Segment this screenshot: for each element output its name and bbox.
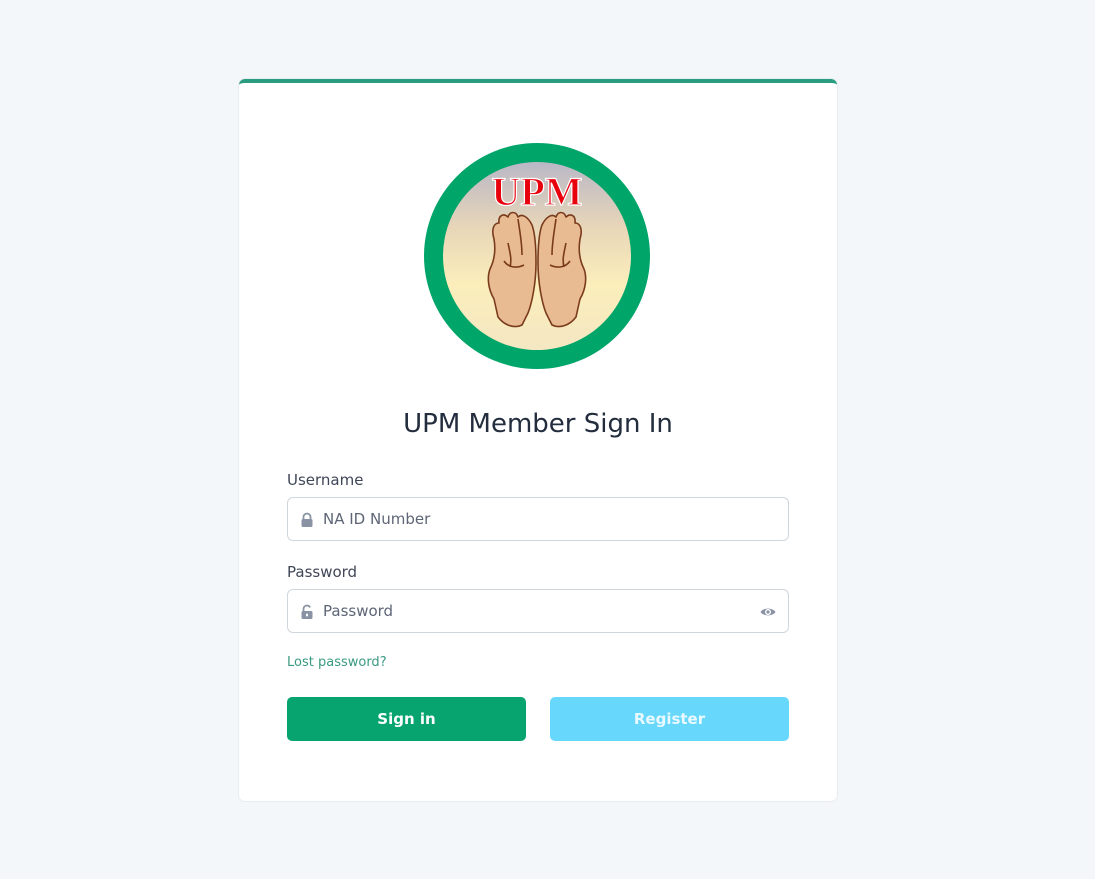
password-label: Password [287, 563, 358, 581]
sign-in-button[interactable]: Sign in [287, 697, 526, 741]
username-label: Username [287, 471, 364, 489]
register-button[interactable]: Register [550, 697, 789, 741]
password-input[interactable] [323, 590, 743, 632]
eye-icon[interactable] [759, 603, 777, 621]
page-title: UPM Member Sign In [403, 409, 673, 439]
username-field[interactable] [287, 497, 789, 541]
signin-card: UPM UPM Member Sign In Username Password… [239, 79, 837, 801]
unlock-icon [301, 604, 313, 619]
lost-password-link[interactable]: Lost password? [287, 655, 387, 670]
logo-text: UPM [491, 169, 582, 214]
upm-logo: UPM [424, 143, 650, 369]
password-field[interactable] [287, 589, 789, 633]
lock-icon [301, 512, 313, 527]
username-input[interactable] [323, 498, 743, 540]
